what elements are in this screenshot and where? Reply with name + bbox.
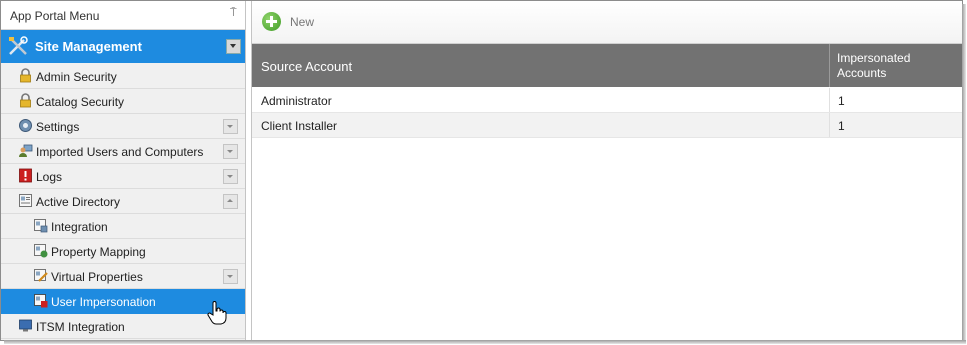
sidebar-item-label: Virtual Properties [51, 270, 143, 284]
site-management-section[interactable]: Site Management [1, 30, 245, 63]
impersonated-count-cell: 1 [838, 94, 845, 108]
log-icon [19, 168, 32, 183]
user-impersonation-icon [34, 294, 48, 308]
menu-header: App Portal Menu ⍑ [1, 1, 245, 30]
sidebar-item-label: Settings [36, 120, 80, 134]
pin-icon[interactable]: ⍑ [230, 7, 237, 20]
new-button-label: New [290, 15, 315, 29]
impersonated-count-cell: 1 [838, 119, 845, 133]
section-label: Site Management [35, 39, 142, 54]
sidebar-item-logs[interactable]: Logs [1, 164, 245, 189]
sidebar-item-label: Active Directory [36, 195, 121, 209]
sidebar-item-catalog-security[interactable]: Catalog Security [1, 89, 245, 114]
chevron-down-icon[interactable] [223, 119, 238, 134]
column-divider[interactable] [829, 44, 830, 87]
users-icon [19, 144, 33, 157]
chevron-down-icon[interactable] [223, 144, 238, 159]
window-shadow [4, 340, 966, 344]
virtual-properties-icon [34, 269, 48, 282]
source-account-cell: Administrator [261, 94, 332, 108]
sidebar-item-label: Property Mapping [51, 245, 146, 259]
add-icon [262, 12, 281, 31]
chevron-down-icon[interactable] [226, 39, 241, 54]
menu-title: App Portal Menu [10, 9, 100, 23]
app-portal-menu: App Portal Menu ⍑ Site Management Admin … [1, 1, 246, 340]
chevron-up-icon[interactable] [223, 194, 238, 209]
sidebar-item-label: Catalog Security [36, 95, 125, 109]
tools-icon [9, 36, 28, 55]
integration-icon [34, 219, 48, 233]
itsm-icon [19, 319, 32, 332]
sidebar-item-integration[interactable]: Integration [1, 214, 245, 239]
sidebar-item-active-directory[interactable]: Active Directory [1, 189, 245, 214]
column-header-impersonated-accounts[interactable]: Impersonated Accounts [837, 51, 947, 81]
chevron-down-icon[interactable] [223, 169, 238, 184]
lock-icon [20, 93, 31, 108]
sidebar-item-imported-users[interactable]: Imported Users and Computers [1, 139, 245, 164]
table-row[interactable]: Client Installer 1 [252, 113, 962, 138]
new-button[interactable]: New [262, 11, 332, 33]
sidebar-item-label: Imported Users and Computers [36, 145, 204, 159]
sidebar-item-admin-security[interactable]: Admin Security [1, 64, 245, 89]
gear-icon [19, 119, 32, 132]
sidebar-item-property-mapping[interactable]: Property Mapping [1, 239, 245, 264]
sidebar-item-label: Integration [51, 220, 108, 234]
directory-icon [19, 194, 32, 207]
column-header-source-account[interactable]: Source Account [261, 59, 352, 74]
sidebar-item-settings[interactable]: Settings [1, 114, 245, 139]
app-window: App Portal Menu ⍑ Site Management Admin … [0, 0, 963, 341]
grid-header: Source Account Impersonated Accounts [252, 44, 962, 87]
sidebar-item-label: Logs [36, 170, 63, 184]
column-divider [829, 88, 830, 112]
sidebar-item-label: ITSM Integration [36, 320, 125, 334]
sidebar-item-label: User Impersonation [51, 295, 156, 309]
property-mapping-icon [34, 244, 48, 258]
lock-icon [20, 68, 31, 83]
source-account-cell: Client Installer [261, 119, 338, 133]
main-panel: New Source Account Impersonated Accounts… [251, 1, 962, 340]
hand-cursor-icon [207, 301, 227, 325]
sidebar-item-virtual-properties[interactable]: Virtual Properties [1, 264, 245, 289]
sidebar-item-label: Admin Security [36, 70, 117, 84]
chevron-down-icon[interactable] [223, 269, 238, 284]
table-row[interactable]: Administrator 1 [252, 88, 962, 113]
column-divider [829, 113, 830, 137]
toolbar: New [252, 1, 962, 44]
window-shadow [962, 4, 966, 342]
